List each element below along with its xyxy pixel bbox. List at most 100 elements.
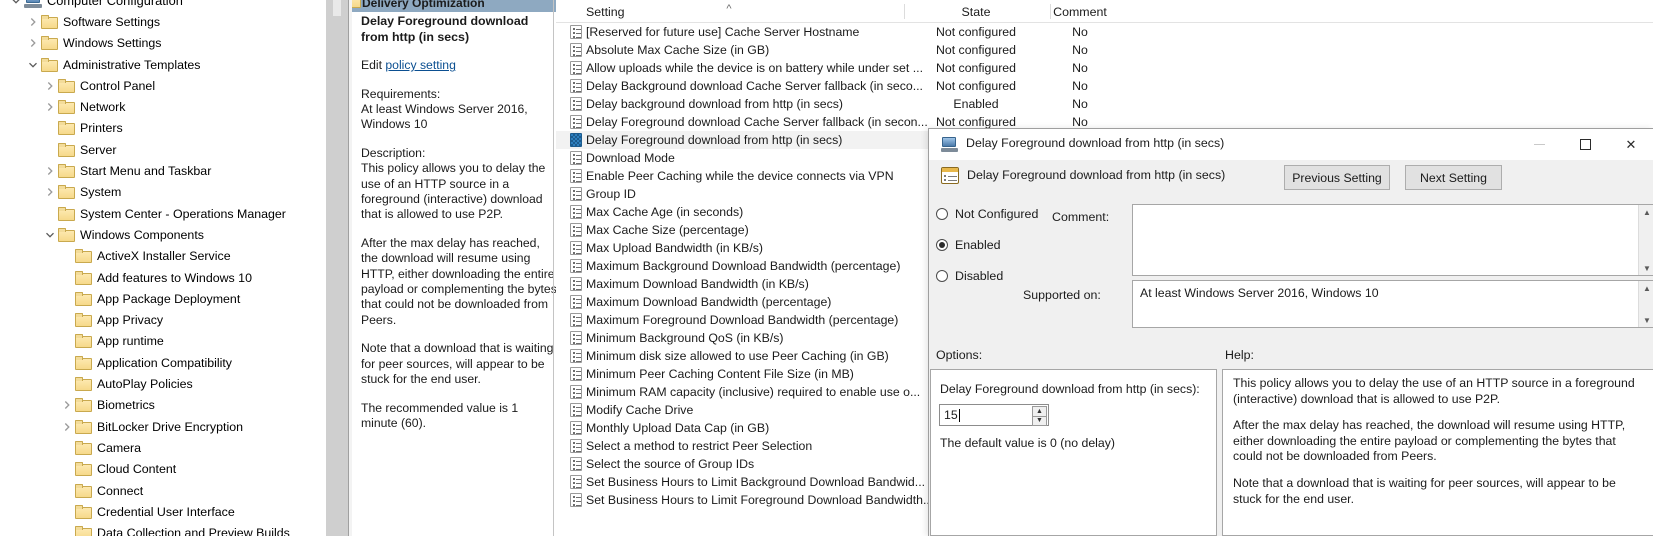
policy-setting-icon xyxy=(570,115,582,129)
tree-item-biometrics[interactable]: Biometrics xyxy=(0,395,326,416)
column-divider-1[interactable] xyxy=(904,4,905,19)
table-row[interactable]: Delay background download from http (in … xyxy=(556,95,1653,113)
tree-item-windows-settings[interactable]: Windows Settings xyxy=(0,33,326,54)
radio-not-configured-indicator[interactable] xyxy=(936,208,948,220)
tree-twisty-empty xyxy=(59,291,75,307)
tree-item-autoplay-policies[interactable]: AutoPlay Policies xyxy=(0,373,326,394)
settings-list-header: Setting ^ State Comment xyxy=(556,0,1653,23)
splitter-grip[interactable] xyxy=(333,0,341,16)
policy-setting-icon xyxy=(570,169,582,183)
radio-enabled[interactable]: Enabled xyxy=(936,238,1000,252)
setting-name: Select the source of Group IDs xyxy=(586,457,755,471)
scroll-up-icon[interactable]: ▲ xyxy=(1639,281,1653,295)
tree-item-control-panel[interactable]: Control Panel xyxy=(0,75,326,96)
chevron-right-icon[interactable] xyxy=(42,163,58,179)
radio-disabled[interactable]: Disabled xyxy=(936,269,1003,283)
chevron-down-icon[interactable] xyxy=(8,0,24,9)
tree-item-network[interactable]: Network xyxy=(0,97,326,118)
tree-item-server[interactable]: Server xyxy=(0,139,326,160)
column-header-setting[interactable]: Setting xyxy=(586,0,625,23)
tree-item-activex-installer-service[interactable]: ActiveX Installer Service xyxy=(0,246,326,267)
radio-enabled-label: Enabled xyxy=(955,238,1001,252)
maximize-button[interactable] xyxy=(1562,129,1608,160)
tree-item-start-menu-and-taskbar[interactable]: Start Menu and Taskbar xyxy=(0,160,326,181)
radio-not-configured[interactable]: Not Configured xyxy=(936,207,1038,221)
scroll-down-icon[interactable]: ▼ xyxy=(1639,261,1653,275)
chevron-right-icon[interactable] xyxy=(42,184,58,200)
tree-item-system[interactable]: System xyxy=(0,182,326,203)
scroll-up-icon[interactable]: ▲ xyxy=(1639,205,1653,219)
chevron-right-icon[interactable] xyxy=(42,78,58,94)
policy-setting-icon xyxy=(570,259,582,273)
radio-enabled-indicator[interactable] xyxy=(936,239,948,251)
description-paragraph-2: After the max delay has reached, the dow… xyxy=(361,235,557,327)
stepper-down-icon[interactable]: ▼ xyxy=(1032,415,1047,426)
tree-item-data-collection-and-preview-builds[interactable]: Data Collection and Preview Builds xyxy=(0,523,326,536)
setting-name: Delay Foreground download from http (in … xyxy=(586,133,843,147)
scroll-down-icon[interactable]: ▼ xyxy=(1639,313,1653,327)
chevron-right-icon[interactable] xyxy=(25,14,41,30)
tree-item-add-features-to-windows-10[interactable]: Add features to Windows 10 xyxy=(0,267,326,288)
table-row[interactable]: Allow uploads while the device is on bat… xyxy=(556,59,1653,77)
tree-item-label: ActiveX Installer Service xyxy=(97,249,231,264)
chevron-right-icon[interactable] xyxy=(42,99,58,115)
tree-item-app-privacy[interactable]: App Privacy xyxy=(0,310,326,331)
column-header-comment[interactable]: Comment xyxy=(1050,0,1110,23)
tree-item-content: System xyxy=(58,184,121,200)
tree-item-content: Software Settings xyxy=(41,14,160,30)
tree-item-cloud-content[interactable]: Cloud Content xyxy=(0,459,326,480)
previous-setting-button[interactable]: Previous Setting xyxy=(1284,165,1390,190)
chevron-right-icon[interactable] xyxy=(59,419,75,435)
tree-item-administrative-templates[interactable]: Administrative Templates xyxy=(0,54,326,75)
tree-item-label: Software Settings xyxy=(63,14,161,29)
tree-splitter[interactable] xyxy=(326,0,348,536)
table-row[interactable]: [Reserved for future use] Cache Server H… xyxy=(556,23,1653,41)
chevron-right-icon[interactable] xyxy=(25,35,41,51)
tree-item-bitlocker-drive-encryption[interactable]: BitLocker Drive Encryption xyxy=(0,416,326,437)
delay-seconds-stepper[interactable]: 15 ▲ ▼ xyxy=(939,404,1049,426)
setting-name: Minimum Background QoS (in KB/s) xyxy=(586,331,784,345)
table-row[interactable]: Absolute Max Cache Size (in GB) Not confi… xyxy=(556,41,1653,59)
tree-item-app-package-deployment[interactable]: App Package Deployment xyxy=(0,288,326,309)
tree-item-label: Application Compatibility xyxy=(97,355,232,370)
tree-item-app-runtime[interactable]: App runtime xyxy=(0,331,326,352)
tree-item-computer-configuration[interactable]: Computer Configuration xyxy=(0,0,326,11)
supported-scrollbar[interactable]: ▲ ▼ xyxy=(1638,281,1653,327)
chevron-down-icon[interactable] xyxy=(42,227,58,243)
comment-field[interactable]: ▲ ▼ xyxy=(1132,204,1653,276)
tree-item-windows-components[interactable]: Windows Components xyxy=(0,224,326,245)
maximize-icon xyxy=(1579,139,1591,150)
table-row[interactable]: Delay Background download Cache Server f… xyxy=(556,77,1653,95)
tree-item-camera[interactable]: Camera xyxy=(0,437,326,458)
policy-setting-icon xyxy=(570,367,582,381)
tree-item-printers[interactable]: Printers xyxy=(0,118,326,139)
column-header-state[interactable]: State xyxy=(911,0,1041,23)
stepper-up-icon[interactable]: ▲ xyxy=(1032,406,1047,416)
help-paragraph-2: After the max delay has reached, the dow… xyxy=(1233,418,1626,464)
delay-seconds-value[interactable]: 15 xyxy=(940,405,958,425)
tree-item-application-compatibility[interactable]: Application Compatibility xyxy=(0,352,326,373)
radio-disabled-indicator[interactable] xyxy=(936,270,948,282)
policy-setting-dialog[interactable]: Delay Foreground download from http (in … xyxy=(928,128,1653,536)
comment-scrollbar[interactable]: ▲ ▼ xyxy=(1638,205,1653,275)
next-setting-button[interactable]: Next Setting xyxy=(1405,165,1502,190)
tree-item-connect[interactable]: Connect xyxy=(0,480,326,501)
close-button[interactable]: ✕ xyxy=(1608,129,1653,160)
tree-item-software-settings[interactable]: Software Settings xyxy=(0,11,326,32)
stepper-buttons[interactable]: ▲ ▼ xyxy=(1032,406,1047,426)
policy-setting-icon xyxy=(570,79,582,93)
dialog-titlebar[interactable]: Delay Foreground download from http (in … xyxy=(929,129,1653,160)
tree-twisty-empty xyxy=(42,206,58,222)
description-tab[interactable]: Delivery Optimization xyxy=(352,0,557,13)
chevron-down-icon[interactable] xyxy=(25,57,41,73)
tree-item-content: Server xyxy=(58,142,117,158)
policy-setting-link[interactable]: policy setting xyxy=(385,58,455,72)
tree-item-system-center-operations-manager[interactable]: System Center - Operations Manager xyxy=(0,203,326,224)
minimize-button[interactable] xyxy=(1516,129,1562,160)
policy-tree-pane[interactable]: Computer Configuration Software Settings W… xyxy=(0,0,326,536)
folder-icon xyxy=(75,377,92,392)
computer-icon xyxy=(24,0,42,9)
chevron-right-icon[interactable] xyxy=(59,397,75,413)
tree-item-content: Data Collection and Preview Builds xyxy=(75,525,290,536)
tree-item-credential-user-interface[interactable]: Credential User Interface xyxy=(0,501,326,522)
